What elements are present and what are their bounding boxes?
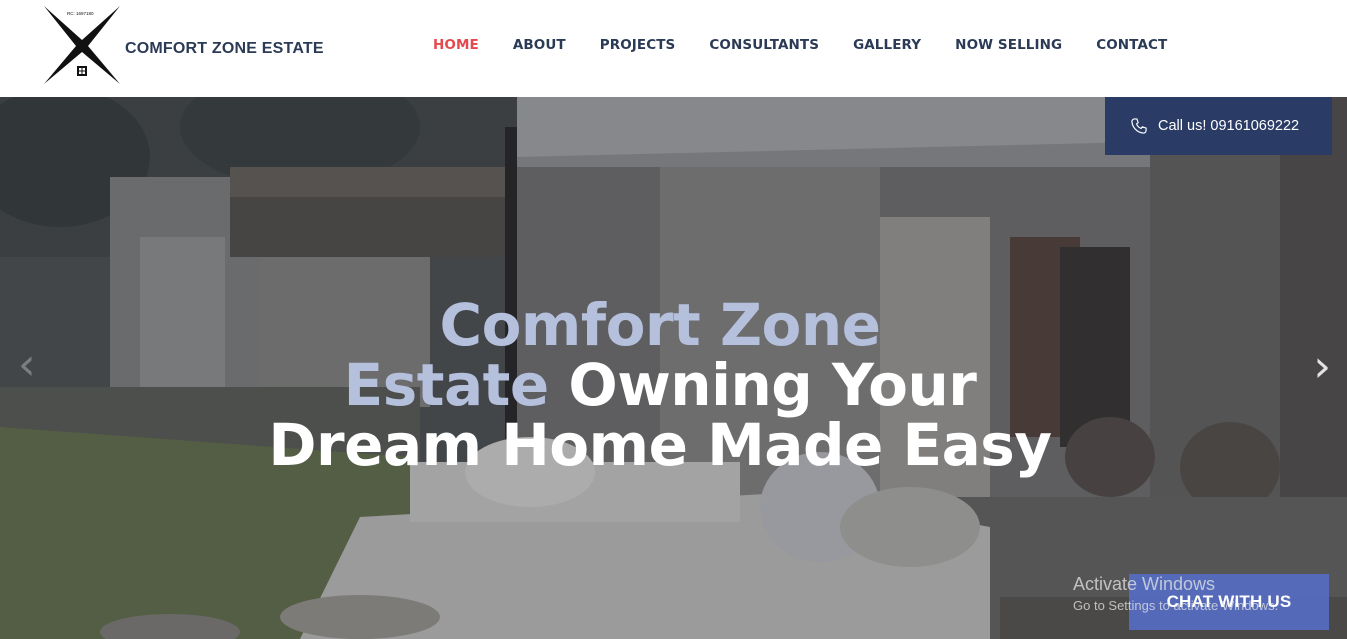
watermark-line1: Activate Windows <box>1073 574 1216 594</box>
call-us-label: Call us! 09161069222 <box>1158 118 1300 134</box>
main-nav: HOME ABOUT PROJECTS CONSULTANTS GALLERY … <box>433 37 1201 53</box>
activate-windows-watermark: Activate Windows Go to Settings to activ… <box>1073 574 1278 613</box>
headline-text-line2: Owning Your <box>548 351 977 419</box>
nav-consultants[interactable]: CONSULTANTS <box>709 37 819 53</box>
call-us-button[interactable]: Call us! 09161069222 <box>1105 97 1332 155</box>
watermark-line2: Go to Settings to activate Windows. <box>1073 598 1279 613</box>
slider-prev-arrow[interactable]: ‹ <box>18 343 36 387</box>
nav-projects[interactable]: PROJECTS <box>600 37 676 53</box>
nav-about[interactable]: ABOUT <box>513 37 566 53</box>
nav-home[interactable]: HOME <box>433 37 479 53</box>
brand-name[interactable]: COMFORT ZONE ESTATE <box>125 40 324 58</box>
hero-headline: Comfort Zone Estate Owning Your Dream Ho… <box>260 295 1060 475</box>
headline-text-line3: Dream Home Made Easy <box>268 411 1052 479</box>
nav-now-selling[interactable]: NOW SELLING <box>955 37 1062 53</box>
rc-number: RC: 1697180 <box>67 11 94 16</box>
nav-contact[interactable]: CONTACT <box>1096 37 1167 53</box>
phone-icon <box>1131 118 1147 134</box>
hero-slider: Call us! 09161069222 Comfort Zone Estate… <box>0 97 1347 639</box>
headline-accent-line1: Comfort Zone <box>439 291 881 359</box>
company-logo[interactable]: RC: 1697180 <box>42 6 122 84</box>
site-header: RC: 1697180 COMFORT ZONE ESTATE HOME ABO… <box>0 0 1347 97</box>
nav-gallery[interactable]: GALLERY <box>853 37 921 53</box>
slider-next-arrow[interactable]: › <box>1313 345 1331 389</box>
headline-accent-line2: Estate <box>343 351 550 419</box>
